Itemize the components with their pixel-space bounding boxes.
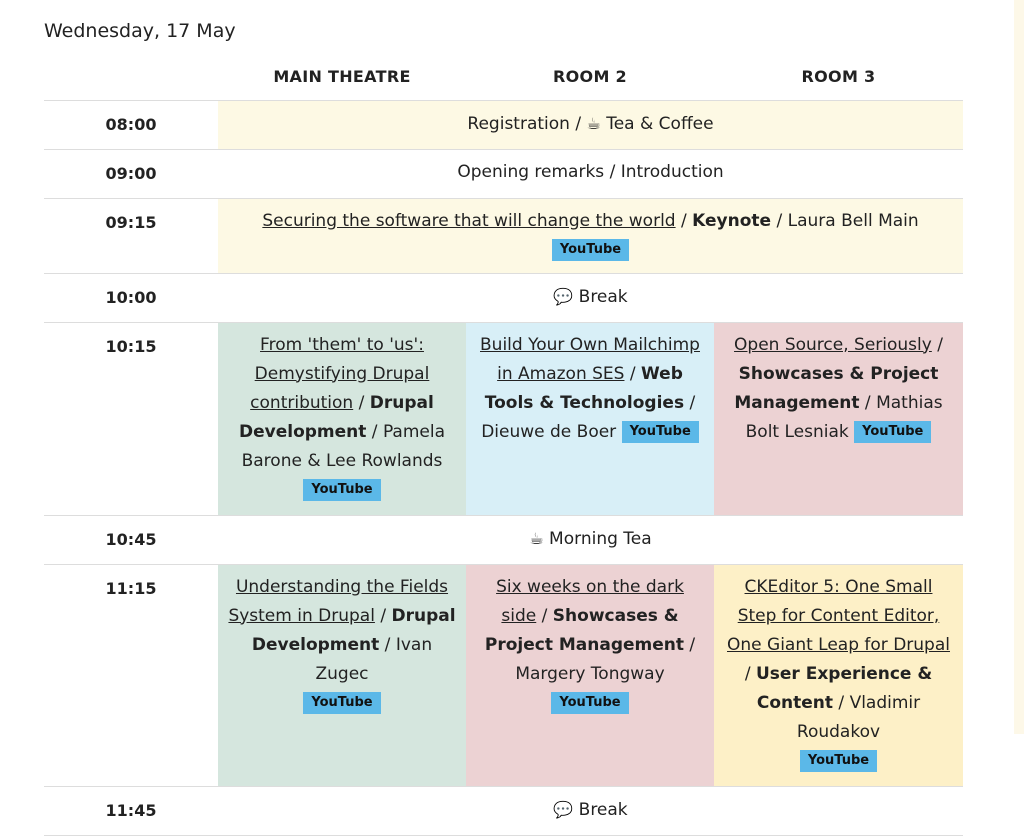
time-cell: 09:00 <box>44 149 218 199</box>
header-row: MAIN THEATRE ROOM 2 ROOM 3 <box>44 54 963 101</box>
schedule-table: MAIN THEATRE ROOM 2 ROOM 3 08:00 Registr… <box>44 54 963 836</box>
youtube-link[interactable]: YouTube <box>854 420 932 443</box>
session-cell-keynote: Securing the software that will change t… <box>218 198 963 274</box>
session-cell: From 'them' to 'us': Demystifying Drupal… <box>218 322 466 516</box>
session-cell-opening: Opening remarks / Introduction <box>218 149 963 199</box>
session-cell-morning-tea: ☕ Morning Tea <box>218 515 963 565</box>
session-cell: Understanding the Fields System in Drupa… <box>218 564 466 787</box>
time-column-header <box>44 54 218 101</box>
coffee-cup-icon: ☕ <box>529 528 544 548</box>
youtube-link[interactable]: YouTube <box>621 420 699 443</box>
time-cell: 11:45 <box>44 786 218 836</box>
session-cell: CKEditor 5: One Small Step for Content E… <box>714 564 963 787</box>
talk-link[interactable]: Securing the software that will change t… <box>262 211 675 231</box>
talk-link[interactable]: CKEditor 5: One Small Step for Content E… <box>727 577 950 655</box>
table-row: 09:00 Opening remarks / Introduction <box>44 149 963 199</box>
youtube-link[interactable]: YouTube <box>551 691 629 714</box>
column-header-room-2: ROOM 2 <box>466 54 714 101</box>
session-cell-registration: Registration / ☕ Tea & Coffee <box>218 100 963 150</box>
coffee-cup-icon: ☕ <box>586 113 601 133</box>
speech-bubble-icon: 💬 <box>553 286 574 306</box>
time-cell: 10:00 <box>44 273 218 323</box>
break-text: Break <box>573 799 628 820</box>
table-row: 09:15 Securing the software that will ch… <box>44 198 963 274</box>
youtube-link[interactable]: YouTube <box>799 749 878 772</box>
speaker-name: Laura Bell Main <box>787 210 919 231</box>
table-row: 08:00 Registration / ☕ Tea & Coffee <box>44 100 963 150</box>
talk-link[interactable]: Open Source, Seriously <box>734 335 932 355</box>
tea-coffee-text: Tea & Coffee <box>600 113 714 134</box>
youtube-link[interactable]: YouTube <box>303 478 381 501</box>
column-header-main-theatre: MAIN THEATRE <box>218 54 466 101</box>
youtube-link[interactable]: YouTube <box>551 238 630 261</box>
time-cell: 09:15 <box>44 198 218 274</box>
time-cell: 10:45 <box>44 515 218 565</box>
speaker-name: Dieuwe de Boer <box>481 421 617 442</box>
table-row: 11:45 💬 Break <box>44 786 963 836</box>
day-heading: Wednesday, 17 May <box>44 20 236 42</box>
session-cell: Build Your Own Mailchimp in Amazon SES /… <box>466 322 714 516</box>
break-text: Break <box>573 286 628 307</box>
table-row: 11:15 Understanding the Fields System in… <box>44 564 963 787</box>
table-row: 10:15 From 'them' to 'us': Demystifying … <box>44 322 963 516</box>
table-row: 10:45 ☕ Morning Tea <box>44 515 963 565</box>
session-cell-break: 💬 Break <box>218 786 963 836</box>
session-cell: Six weeks on the dark side / Showcases &… <box>466 564 714 787</box>
time-cell: 10:15 <box>44 322 218 516</box>
speech-bubble-icon: 💬 <box>553 799 574 819</box>
session-cell: Open Source, Seriously / Showcases & Pro… <box>714 322 963 516</box>
time-cell: 11:15 <box>44 564 218 787</box>
registration-text: Registration / <box>467 113 587 134</box>
table-row: 10:00 💬 Break <box>44 273 963 323</box>
time-cell: 08:00 <box>44 100 218 150</box>
session-cell-break: 💬 Break <box>218 273 963 323</box>
youtube-link[interactable]: YouTube <box>303 691 381 714</box>
column-header-room-3: ROOM 3 <box>714 54 963 101</box>
speaker-name: Margery Tongway <box>515 663 665 684</box>
morning-tea-text: Morning Tea <box>543 528 652 549</box>
opening-text: Opening remarks / Introduction <box>457 161 724 182</box>
page-side-strip <box>1014 0 1024 734</box>
track-label: Keynote <box>692 210 772 231</box>
